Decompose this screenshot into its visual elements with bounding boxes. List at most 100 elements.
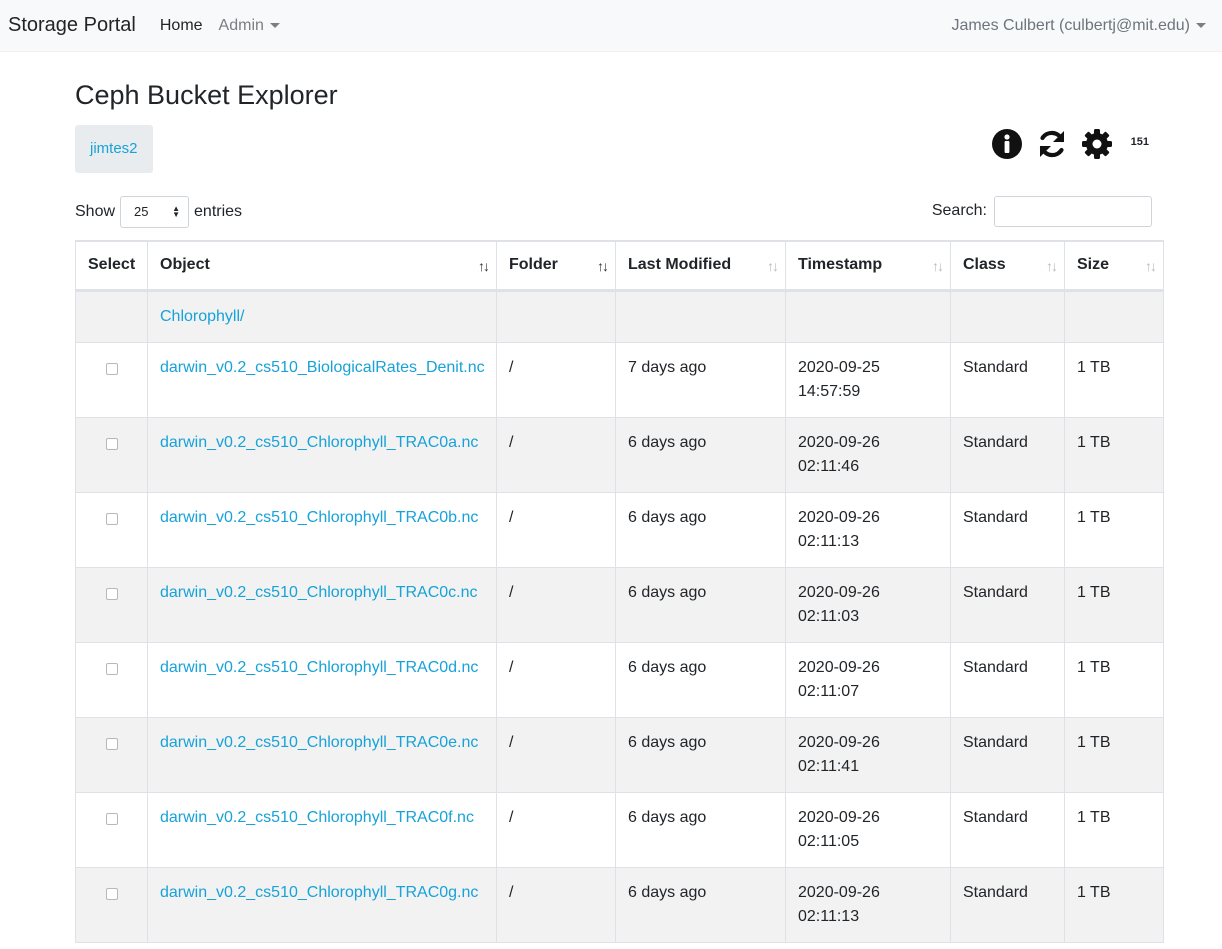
bucket-button[interactable]: jimtes2 <box>75 124 153 173</box>
size-cell: 1 TB <box>1064 342 1164 419</box>
modified-cell: 6 days ago <box>615 492 786 569</box>
table-row: darwin_v0.2_cs510_BiologicalRates_Denit.… <box>75 342 1164 419</box>
bucket-row: jimtes2 151 <box>75 124 1163 173</box>
chevron-down-icon <box>269 22 280 28</box>
timestamp-time: 14:57:59 <box>798 383 861 401</box>
toolbar: 151 <box>978 128 1149 160</box>
select-arrows-icon: ▲ ▼ <box>172 203 181 219</box>
object-count: 151 <box>1130 135 1149 148</box>
object-link[interactable]: darwin_v0.2_cs510_Chlorophyll_TRAC0d.nc <box>160 659 478 676</box>
row-checkbox[interactable] <box>105 738 118 751</box>
header-last-modified[interactable]: Last Modified ↑↓ <box>615 239 786 293</box>
header-label: Class <box>963 256 1006 274</box>
folder-cell: / <box>496 792 616 869</box>
user-menu[interactable]: James Culbert (culbertj@mit.edu) <box>951 17 1206 35</box>
sort-icon: ↑↓ <box>1145 257 1157 274</box>
object-link[interactable]: darwin_v0.2_cs510_Chlorophyll_TRAC0b.nc <box>160 509 478 526</box>
row-checkbox[interactable] <box>105 888 118 901</box>
folder-cell: / <box>496 492 616 569</box>
row-checkbox[interactable] <box>105 513 118 526</box>
refresh-icon[interactable] <box>1036 128 1068 160</box>
nav-home[interactable]: Home <box>160 17 203 35</box>
header-size[interactable]: Size ↑↓ <box>1064 239 1164 293</box>
object-link[interactable]: darwin_v0.2_cs510_BiologicalRates_Denit.… <box>160 359 485 376</box>
object-cell: darwin_v0.2_cs510_Chlorophyll_TRAC0e.nc <box>147 717 497 794</box>
folder-cell <box>496 290 616 344</box>
timestamp-cell: 2020-09-26 02:11:07 <box>785 642 951 719</box>
select-cell <box>75 792 148 869</box>
select-cell <box>75 717 148 794</box>
header-object[interactable]: Object ↑↓ <box>147 239 497 293</box>
row-checkbox[interactable] <box>105 813 118 826</box>
class-cell <box>950 290 1065 344</box>
folder-cell: / <box>496 717 616 794</box>
table-controls: Show 25 ▲ ▼ entries Search: <box>75 195 1163 236</box>
modified-cell: 6 days ago <box>615 642 786 719</box>
main-container: Ceph Bucket Explorer jimtes2 151 Show 25… <box>75 52 1164 944</box>
modified-cell <box>615 290 786 344</box>
timestamp-cell: 2020-09-25 14:57:59 <box>785 342 951 419</box>
timestamp-cell: 2020-09-26 02:11:03 <box>785 567 951 644</box>
select-cell <box>75 492 148 569</box>
modified-cell: 6 days ago <box>615 867 786 944</box>
nav-admin-label: Admin <box>218 16 264 34</box>
row-checkbox[interactable] <box>105 663 118 676</box>
size-cell: 1 TB <box>1064 492 1164 569</box>
class-cell: Standard <box>950 342 1065 419</box>
modified-cell: 7 days ago <box>615 342 786 419</box>
sort-icon: ↑↓ <box>767 257 779 274</box>
gear-icon[interactable] <box>1081 128 1113 160</box>
object-link[interactable]: darwin_v0.2_cs510_Chlorophyll_TRAC0f.nc <box>160 809 474 826</box>
chevron-down-icon <box>1196 22 1206 28</box>
object-link[interactable]: darwin_v0.2_cs510_Chlorophyll_TRAC0g.nc <box>160 884 478 901</box>
header-label: Timestamp <box>798 256 883 274</box>
size-cell: 1 TB <box>1064 792 1164 869</box>
table-row: darwin_v0.2_cs510_Chlorophyll_TRAC0e.nc … <box>75 717 1164 794</box>
info-icon[interactable] <box>991 128 1023 160</box>
page-size-select[interactable]: 25 ▲ ▼ <box>120 195 190 228</box>
timestamp-cell: 2020-09-26 02:11:46 <box>785 417 951 494</box>
modified-cell: 6 days ago <box>615 567 786 644</box>
timestamp-cell <box>785 290 951 344</box>
class-cell: Standard <box>950 492 1065 569</box>
modified-cell: 6 days ago <box>615 417 786 494</box>
folder-cell: / <box>496 567 616 644</box>
object-link[interactable]: darwin_v0.2_cs510_Chlorophyll_TRAC0c.nc <box>160 584 478 601</box>
select-cell <box>75 642 148 719</box>
header-folder[interactable]: Folder ↑↓ <box>496 239 616 293</box>
timestamp-time: 02:11:13 <box>798 533 860 551</box>
table-row: darwin_v0.2_cs510_Chlorophyll_TRAC0a.nc … <box>75 417 1164 494</box>
object-cell: darwin_v0.2_cs510_Chlorophyll_TRAC0g.nc <box>147 867 497 944</box>
brand[interactable]: Storage Portal <box>8 14 136 37</box>
object-link[interactable]: darwin_v0.2_cs510_Chlorophyll_TRAC0a.nc <box>160 434 478 451</box>
nav-admin-dropdown[interactable]: Admin <box>219 17 280 35</box>
timestamp-time: 02:11:05 <box>798 833 860 851</box>
timestamp-time: 02:11:03 <box>798 608 860 626</box>
user-name: James Culbert (culbertj@mit.edu) <box>951 16 1190 34</box>
table-row: darwin_v0.2_cs510_Chlorophyll_TRAC0c.nc … <box>75 567 1164 644</box>
class-cell: Standard <box>950 417 1065 494</box>
row-checkbox[interactable] <box>105 438 118 451</box>
row-checkbox[interactable] <box>105 363 118 376</box>
table-row: darwin_v0.2_cs510_Chlorophyll_TRAC0d.nc … <box>75 642 1164 719</box>
search-input[interactable] <box>994 195 1152 227</box>
class-cell: Standard <box>950 642 1065 719</box>
header-select: Select <box>75 239 148 293</box>
select-cell <box>75 290 148 344</box>
header-class[interactable]: Class ↑↓ <box>950 239 1065 293</box>
header-label: Last Modified <box>628 256 732 274</box>
object-cell: Chlorophyll/ <box>147 290 497 344</box>
sort-icon: ↑↓ <box>478 257 490 274</box>
size-cell: 1 TB <box>1064 717 1164 794</box>
folder-cell: / <box>496 342 616 419</box>
row-checkbox[interactable] <box>105 588 118 601</box>
timestamp-cell: 2020-09-26 02:11:13 <box>785 867 951 944</box>
timestamp-date: 2020-09-26 <box>798 659 880 677</box>
header-timestamp[interactable]: Timestamp ↑↓ <box>785 239 951 293</box>
timestamp-time: 02:11:46 <box>798 458 860 476</box>
modified-cell: 6 days ago <box>615 717 786 794</box>
folder-link[interactable]: Chlorophyll/ <box>160 308 244 325</box>
sort-icon: ↑↓ <box>597 257 609 274</box>
object-cell: darwin_v0.2_cs510_Chlorophyll_TRAC0a.nc <box>147 417 497 494</box>
object-link[interactable]: darwin_v0.2_cs510_Chlorophyll_TRAC0e.nc <box>160 734 478 751</box>
